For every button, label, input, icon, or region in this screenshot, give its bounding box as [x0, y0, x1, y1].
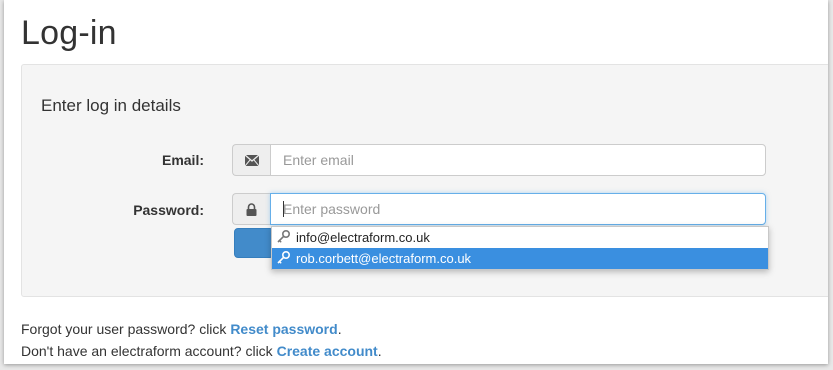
password-field[interactable]	[270, 193, 766, 225]
lock-icon	[232, 193, 270, 225]
login-button[interactable]	[234, 228, 274, 258]
autocomplete-dropdown: info@electraform.co.uk rob.corbett@elect…	[271, 226, 769, 270]
create-suffix-text: .	[377, 343, 382, 359]
text-caret	[283, 201, 284, 217]
key-icon	[277, 250, 291, 267]
autocomplete-item-label: info@electraform.co.uk	[296, 230, 430, 245]
email-field[interactable]	[270, 144, 766, 176]
browser-frame: Log-in Enter log in details Email: Passw…	[4, 0, 828, 364]
autocomplete-item-label: rob.corbett@electraform.co.uk	[296, 251, 472, 266]
page-title: Log-in	[21, 14, 117, 52]
reset-password-line: Forgot your user password? click Reset p…	[21, 321, 342, 337]
create-account-link[interactable]: Create account	[277, 343, 378, 359]
envelope-icon	[232, 144, 270, 176]
reset-prompt-text: Forgot your user password? click	[21, 321, 231, 337]
create-prompt-text: Don't have an electraform account? click	[21, 343, 277, 359]
autocomplete-item-selected[interactable]: rob.corbett@electraform.co.uk	[272, 248, 768, 269]
reset-suffix-text: .	[337, 321, 342, 337]
password-label: Password:	[133, 202, 204, 218]
panel-heading: Enter log in details	[41, 96, 181, 115]
email-label: Email:	[161, 152, 204, 168]
key-icon	[277, 229, 291, 246]
login-panel: Enter log in details Email: Password:	[21, 64, 828, 297]
reset-password-link[interactable]: Reset password	[230, 321, 337, 337]
autocomplete-item[interactable]: info@electraform.co.uk	[272, 227, 768, 248]
create-account-line: Don't have an electraform account? click…	[21, 343, 382, 359]
